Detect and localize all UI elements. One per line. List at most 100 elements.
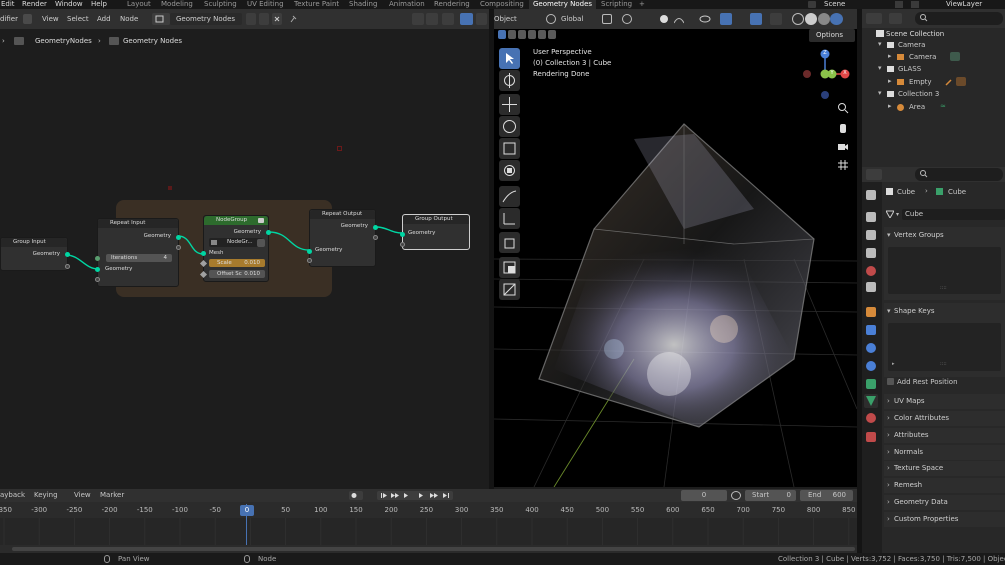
add-workspace-button[interactable]: +: [639, 0, 645, 9]
tab-sculpting[interactable]: Sculpting: [204, 0, 237, 9]
snap-target-icon[interactable]: [426, 13, 438, 25]
shading-solid-icon[interactable]: [805, 13, 817, 25]
menu-marker[interactable]: Marker: [100, 489, 124, 502]
dropdown-icon[interactable]: [23, 14, 32, 24]
menu-window[interactable]: Window: [55, 0, 83, 9]
output-socket[interactable]: [266, 230, 271, 235]
fake-user-icon[interactable]: [257, 239, 265, 247]
tab-texture-paint[interactable]: Texture Paint: [294, 0, 339, 9]
node-group-input[interactable]: Group Input Geometry: [0, 237, 70, 271]
menu-object[interactable]: Object: [494, 9, 517, 29]
cursor-tool[interactable]: [499, 70, 520, 91]
tab-scripting[interactable]: Scripting: [601, 0, 632, 9]
filter-icon[interactable]: [889, 13, 902, 24]
outliner-item[interactable]: Camera: [898, 41, 925, 49]
select-mode-icon[interactable]: [538, 30, 546, 39]
grid-view-icon[interactable]: [837, 159, 849, 171]
modifier-tab-icon[interactable]: [866, 325, 876, 335]
show-overlays-icon[interactable]: [460, 13, 473, 25]
overlay-icon[interactable]: [442, 13, 454, 25]
add-rest-position-checkbox[interactable]: [887, 378, 894, 385]
measure-tool[interactable]: [499, 208, 520, 229]
color-attributes-panel[interactable]: › Color Attributes: [884, 411, 1005, 426]
tab-animation[interactable]: Animation: [389, 0, 425, 9]
overlay-toggle-icon[interactable]: [750, 13, 762, 25]
unlink-icon[interactable]: [272, 13, 282, 25]
menu-keying[interactable]: Keying: [34, 489, 58, 502]
expand-icon[interactable]: ▸: [888, 52, 892, 60]
start-frame-field[interactable]: Start 0: [745, 490, 796, 501]
view-layer-name[interactable]: ViewLayer: [946, 0, 982, 9]
vertex-groups-list[interactable]: ::::: [888, 247, 1001, 294]
record-icon[interactable]: [349, 491, 363, 500]
orientation-select[interactable]: Global: [561, 9, 583, 29]
extrude-tool[interactable]: [499, 257, 520, 278]
breadcrumb-object[interactable]: Cube: [897, 188, 915, 196]
xray-icon[interactable]: [770, 13, 782, 25]
editor-mode-select[interactable]: difier: [0, 9, 18, 29]
zoom-icon[interactable]: [837, 102, 849, 114]
input-socket[interactable]: [307, 258, 312, 263]
camera-view-icon[interactable]: [837, 140, 849, 152]
camera-data-icon[interactable]: [950, 52, 960, 61]
input-socket[interactable]: [400, 232, 405, 237]
outliner-item[interactable]: Area: [909, 103, 925, 111]
shading-rendered-icon[interactable]: [830, 13, 843, 25]
select-mode-icon[interactable]: [548, 30, 556, 39]
select-mode-icon[interactable]: [528, 30, 536, 39]
gizmo-toggle-icon[interactable]: [720, 13, 732, 25]
output-socket[interactable]: [65, 264, 70, 269]
hand-pan-icon[interactable]: [837, 122, 849, 134]
iterations-field[interactable]: Iterations 4: [106, 254, 172, 262]
world-tab-icon[interactable]: [866, 282, 876, 292]
pin-icon[interactable]: [288, 13, 298, 25]
menu-add[interactable]: Add: [97, 9, 111, 29]
constraints-tab-icon[interactable]: [866, 379, 876, 389]
physics-tab-icon[interactable]: [866, 361, 876, 371]
select-mode-icon[interactable]: [518, 30, 526, 39]
snap-icon[interactable]: [412, 13, 424, 25]
outliner-item[interactable]: Collection 3: [898, 90, 939, 98]
input-socket[interactable]: [95, 256, 100, 261]
breadcrumb-mesh[interactable]: Cube: [948, 188, 966, 196]
outliner-item[interactable]: Camera: [909, 53, 936, 61]
shading-wireframe-icon[interactable]: [792, 13, 804, 25]
transform-orientation-icon[interactable]: [546, 14, 556, 24]
custom-properties-panel[interactable]: › Custom Properties: [884, 512, 1005, 527]
object-tab-icon[interactable]: [866, 307, 876, 317]
annotate-tool[interactable]: [499, 186, 520, 207]
editor-type-icon[interactable]: [866, 169, 882, 180]
menu-view[interactable]: View: [42, 9, 59, 29]
tab-rendering[interactable]: Rendering: [434, 0, 470, 9]
normals-panel[interactable]: › Normals: [884, 445, 1005, 460]
shape-keys-list[interactable]: ▸ ::::: [888, 323, 1001, 371]
fake-user-icon[interactable]: [246, 13, 256, 25]
timeline-ruler[interactable]: -350 -300 -250 -200 -150 -100 -50 0 50 100 150 200 2…: [0, 504, 857, 518]
expand-icon[interactable]: ▸: [888, 77, 892, 85]
light-data-icon[interactable]: ≈: [940, 102, 949, 111]
menu-render[interactable]: Render: [22, 0, 47, 9]
scrollbar-thumb[interactable]: [12, 547, 855, 551]
view-layer-tab-icon[interactable]: [866, 248, 876, 258]
timeline-track[interactable]: [0, 518, 857, 545]
outliner-item[interactable]: GLASS: [898, 65, 921, 73]
close-scene-icon[interactable]: [911, 1, 919, 8]
scene-name[interactable]: Scene: [824, 0, 845, 9]
node-group-selector[interactable]: NodeGr...: [209, 238, 263, 247]
scale-field[interactable]: Scale 0.010: [209, 259, 265, 267]
mesh-name-field[interactable]: Cube: [902, 209, 1005, 220]
output-socket[interactable]: [176, 245, 181, 250]
timeline-scrollbar[interactable]: [0, 545, 857, 553]
menu-select[interactable]: Select: [67, 9, 89, 29]
tool-tab-icon[interactable]: [866, 190, 876, 200]
add-cube-tool[interactable]: [499, 232, 520, 253]
outliner-item[interactable]: Empty: [909, 78, 932, 86]
input-socket[interactable]: [95, 267, 100, 272]
end-frame-field[interactable]: End 600: [800, 490, 853, 501]
output-socket[interactable]: [176, 235, 181, 240]
node-nodegroup[interactable]: NodeGroup Geometry NodeGr... Mesh Scale …: [199, 215, 271, 282]
input-socket[interactable]: [400, 242, 405, 247]
current-frame-field[interactable]: 0: [681, 490, 727, 501]
menu-help[interactable]: Help: [91, 0, 107, 9]
falloff-icon[interactable]: [674, 14, 684, 24]
